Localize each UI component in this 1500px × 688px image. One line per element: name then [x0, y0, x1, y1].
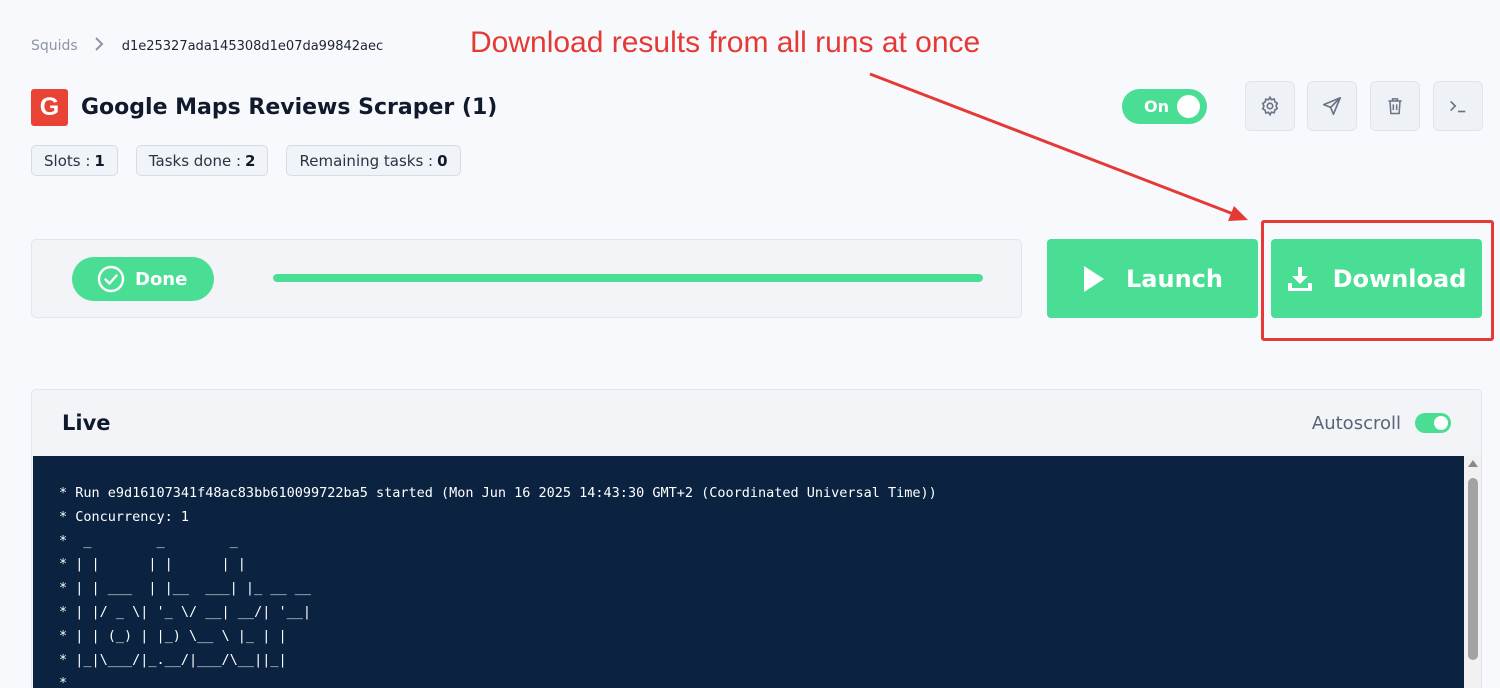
stat-value: 0: [437, 151, 448, 170]
stat-remaining-tasks: Remaining tasks :0: [286, 145, 461, 176]
stat-tasks-done: Tasks done :2: [135, 145, 269, 176]
status-badge: Done: [72, 257, 214, 301]
stat-value: 1: [94, 151, 105, 170]
live-header: Live Autoscroll: [32, 390, 1481, 456]
stat-label: Remaining tasks :: [299, 151, 434, 170]
breadcrumb-current: d1e25327ada145308d1e07da99842aec: [121, 38, 384, 54]
terminal-icon: [1450, 100, 1466, 113]
autoscroll-label: Autoscroll: [1311, 412, 1401, 434]
autoscroll-toggle[interactable]: [1415, 413, 1451, 433]
stat-slots: Slots :1: [31, 145, 118, 176]
check-circle-icon: [97, 265, 125, 293]
delete-button[interactable]: [1370, 81, 1420, 131]
status-label: Done: [135, 268, 188, 290]
page-title: Google Maps Reviews Scraper (1): [81, 95, 498, 120]
enable-toggle[interactable]: On: [1122, 89, 1207, 124]
send-button[interactable]: [1307, 81, 1357, 131]
autoscroll-control: Autoscroll: [1312, 413, 1451, 434]
toggle-label: On: [1144, 97, 1169, 116]
title-row: G Google Maps Reviews Scraper (1): [31, 89, 497, 126]
stat-label: Slots :: [44, 151, 91, 170]
stats-bar: Slots :1 Tasks done :2 Remaining tasks :…: [31, 145, 461, 176]
breadcrumb-root-link[interactable]: Squids: [31, 38, 78, 54]
play-icon: [1084, 265, 1104, 292]
stat-value: 2: [245, 151, 256, 170]
annotation-highlight-box: [1261, 220, 1494, 341]
scroll-up-arrow-icon[interactable]: [1468, 460, 1478, 467]
live-panel: Live Autoscroll * Run e9d16107341f48ac83…: [31, 389, 1482, 688]
trash-icon: [1388, 98, 1402, 115]
gear-icon: [1261, 95, 1279, 117]
launch-button[interactable]: Launch: [1047, 239, 1258, 318]
settings-button[interactable]: [1245, 81, 1295, 131]
google-logo-icon: G: [31, 89, 68, 126]
breadcrumb: Squids d1e25327ada145308d1e07da99842aec: [31, 36, 383, 56]
run-status-panel: Done: [31, 239, 1022, 318]
chevron-right-icon: [94, 36, 104, 56]
scroll-thumb[interactable]: [1468, 478, 1478, 660]
live-title: Live: [62, 411, 111, 435]
toggle-knob: [1177, 95, 1200, 118]
log-scrollbar[interactable]: [1464, 456, 1481, 688]
send-icon: [1322, 96, 1342, 116]
stat-label: Tasks done :: [148, 151, 242, 170]
progress-fill: [273, 274, 983, 282]
annotation-text: Download results from all runs at once: [470, 26, 981, 59]
console-button[interactable]: [1433, 81, 1483, 131]
launch-label: Launch: [1126, 264, 1223, 293]
progress-bar: [273, 274, 983, 282]
live-log-output[interactable]: * Run e9d16107341f48ac83bb610099722ba5 s…: [33, 456, 1464, 688]
